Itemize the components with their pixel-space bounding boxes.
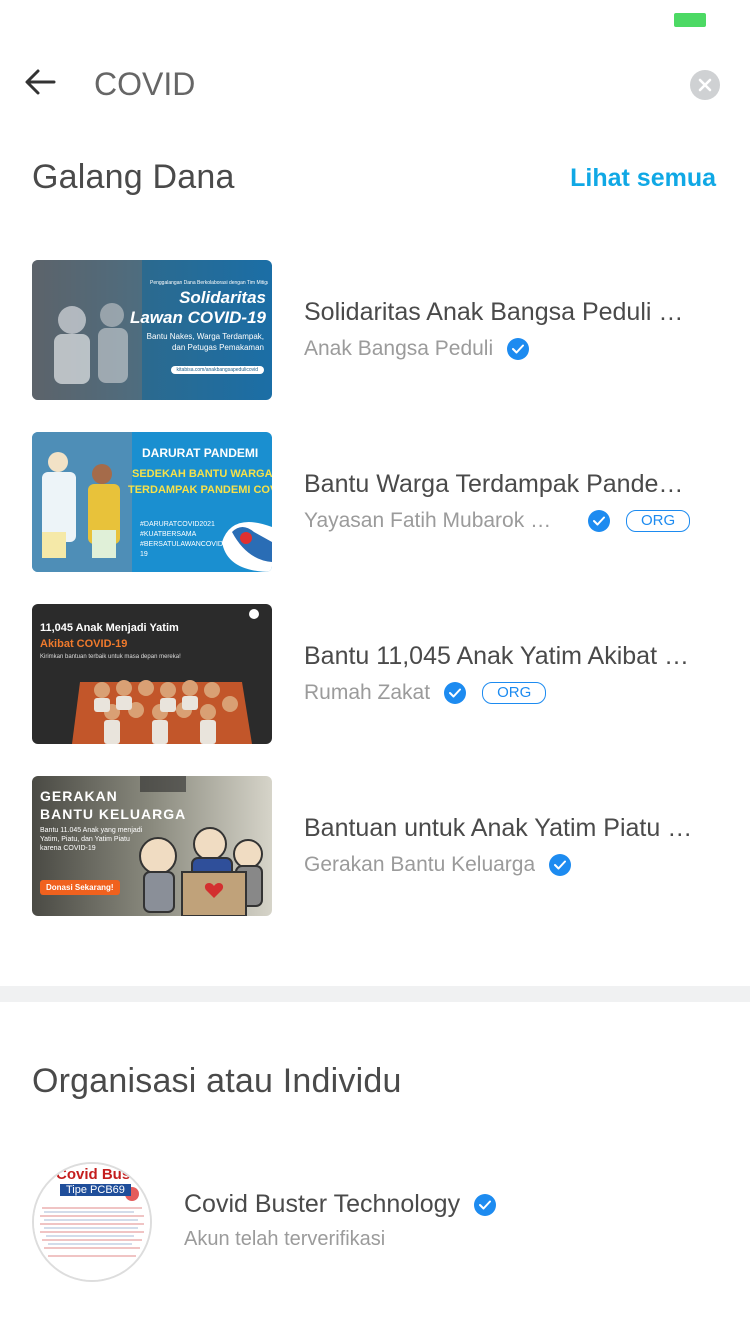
campaign-title: Solidaritas Anak Bangsa Peduli Lawan COV…	[304, 298, 694, 326]
close-icon	[698, 78, 712, 92]
section-title-galang-dana: Galang Dana	[32, 158, 235, 196]
thumb-headline-3: TERDAMPAK PANDEMI COVID-19	[128, 484, 272, 496]
thumb-text: Bantu 11.045 Anak yang menjadi Yatim, Pi…	[40, 827, 143, 852]
campaign-organizer: Rumah Zakat	[304, 681, 431, 704]
thumb-caption: Penggalangan Dana Berkolaborasi dengan T…	[150, 280, 268, 286]
avatar-subtext: Tipe PCB69	[60, 1184, 131, 1196]
see-all-link[interactable]: Lihat semua	[570, 164, 716, 193]
campaign-info: Bantu 11,045 Anak Yatim Akibat COVID-19 …	[304, 642, 714, 707]
verified-icon	[507, 338, 530, 360]
thumb-headline-2: Akibat COVID-19	[40, 638, 128, 650]
back-button[interactable]	[20, 62, 60, 102]
arrow-left-icon	[25, 69, 56, 95]
campaign-thumbnail: 11,045 Anak Menjadi Yatim Akibat COVID-1…	[32, 604, 272, 744]
verified-icon	[588, 510, 610, 532]
campaign-meta: Gerakan Bantu Keluarga	[304, 851, 714, 879]
campaign-title: Bantuan untuk Anak Yatim Piatu COVID-19	[304, 814, 694, 842]
campaign-info: Bantu Warga Terdampak Pandemi COVID-19 Y…	[304, 470, 714, 535]
campaign-thumbnail: Penggalangan Dana Berkolaborasi dengan T…	[32, 260, 272, 400]
avatar: Covid Buster Tipe PCB69	[32, 1162, 152, 1282]
verified-icon	[444, 682, 467, 704]
campaign-thumbnail: GERAKAN BANTU KELUARGA Bantu 11.045 Anak…	[32, 776, 272, 916]
thumb-headline: GERAKAN	[40, 788, 118, 804]
thumb-cta: Donasi Sekarang!	[40, 880, 120, 895]
org-badge: ORG	[626, 510, 691, 532]
verified-icon	[549, 854, 572, 876]
campaign-thumbnail: DARURAT PANDEMI SEDEKAH BANTU WARGA TERD…	[32, 432, 272, 572]
thumb-text-2: dan Petugas Pemakaman	[171, 343, 264, 352]
profile-name-row: Covid Buster Technology	[184, 1190, 497, 1219]
avatar-text: Covid Buster	[56, 1166, 150, 1183]
profile-subtitle: Akun telah terverifikasi	[184, 1228, 386, 1250]
campaign-card[interactable]: DARURAT PANDEMI SEDEKAH BANTU WARGA TERD…	[32, 432, 722, 572]
campaign-meta: Rumah Zakat ORG	[304, 679, 714, 707]
campaign-organizer: Yayasan Fatih Mubarok Rahmat	[304, 509, 566, 532]
campaign-organizer: Gerakan Bantu Keluarga	[304, 853, 536, 876]
verified-icon	[474, 1193, 497, 1216]
campaign-meta: Anak Bangsa Peduli	[304, 335, 714, 363]
section-divider	[0, 986, 750, 1002]
campaign-title: Bantu Warga Terdampak Pandemi COVID-19	[304, 470, 694, 498]
thumb-headline-2: SEDEKAH BANTU WARGA	[132, 468, 272, 480]
thumb-text: Bantu Nakes, Warga Terdampak,	[146, 332, 264, 341]
search-header	[0, 50, 750, 120]
thumb-headline: Solidaritas	[179, 288, 266, 307]
campaign-card[interactable]: GERAKAN BANTU KELUARGA Bantu 11.045 Anak…	[32, 776, 722, 916]
thumb-url: kitabisa.com/anakbangsapedulicovid	[170, 366, 264, 374]
thumb-headline: DARURAT PANDEMI	[142, 446, 259, 460]
campaign-card[interactable]: 11,045 Anak Menjadi Yatim Akibat COVID-1…	[32, 604, 722, 744]
campaign-meta: Yayasan Fatih Mubarok Rahmat ORG	[304, 507, 714, 535]
thumb-headline-2: BANTU KELUARGA	[40, 806, 187, 822]
battery-icon	[674, 13, 706, 27]
clear-search-button[interactable]	[690, 70, 720, 100]
thumb-headline-2: Lawan COVID-19	[129, 308, 266, 327]
profile-name: Covid Buster Technology	[184, 1190, 461, 1218]
profile-list-item[interactable]: Covid Buster Tipe PCB69 Covid Buster Tec…	[32, 1162, 722, 1282]
search-input[interactable]	[94, 62, 674, 106]
campaign-organizer: Anak Bangsa Peduli	[304, 337, 494, 360]
thumb-headline: 11,045 Anak Menjadi Yatim	[40, 622, 179, 634]
org-badge: ORG	[482, 682, 547, 704]
campaign-info: Bantuan untuk Anak Yatim Piatu COVID-19 …	[304, 814, 714, 879]
thumb-tags: #DARURATCOVID2021 #KUATBERSAMA #BERSATUL…	[140, 521, 226, 558]
campaign-title: Bantu 11,045 Anak Yatim Akibat COVID-19	[304, 642, 694, 670]
status-bar	[0, 0, 750, 40]
section-title-organisasi: Organisasi atau Individu	[32, 1062, 402, 1100]
campaign-card[interactable]: Penggalangan Dana Berkolaborasi dengan T…	[32, 260, 722, 400]
thumb-text: Kirimkan bantuan terbaik untuk masa depa…	[40, 654, 181, 660]
campaign-info: Solidaritas Anak Bangsa Peduli Lawan COV…	[304, 298, 714, 363]
